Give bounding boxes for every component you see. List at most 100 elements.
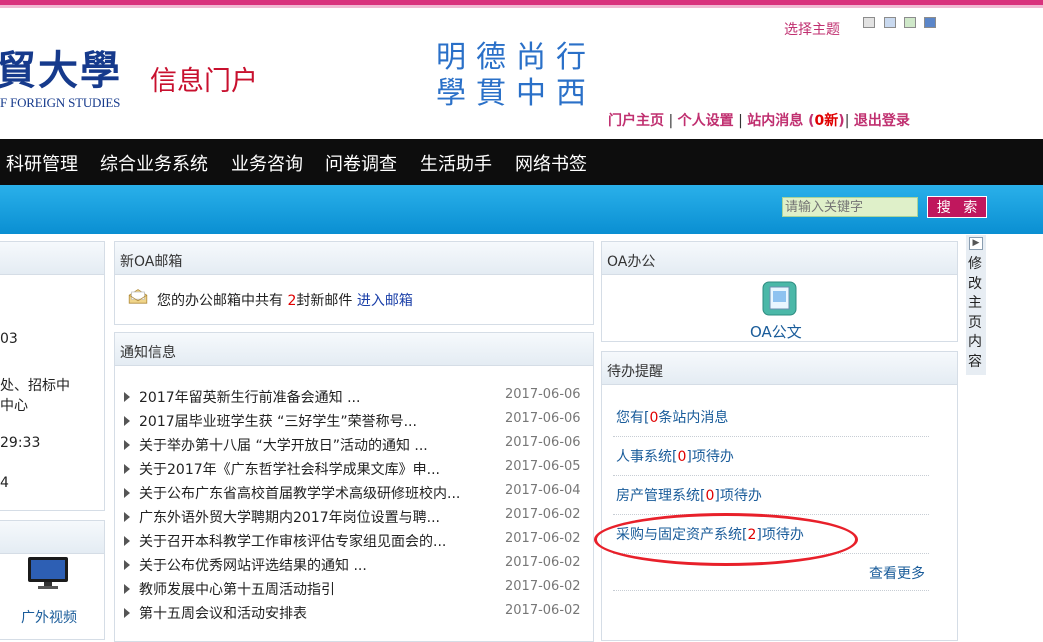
bullet-arrow-icon (124, 608, 130, 618)
envelope-icon (128, 289, 148, 304)
see-more-link[interactable]: 查看更多 (869, 563, 925, 583)
personal-settings-link[interactable]: 个人设置 (678, 113, 734, 129)
monitor-icon[interactable] (27, 556, 69, 590)
enter-mailbox-link[interactable]: 进入邮箱 (357, 293, 413, 309)
todo-item-label: 您有[ (616, 410, 650, 426)
bullet-arrow-icon (124, 488, 130, 498)
theme-swatch-gray[interactable] (863, 17, 875, 28)
left-info-panel-header (0, 242, 104, 275)
notice-date: 2017-06-02 (505, 555, 581, 570)
todo-item-hr-system[interactable]: 人事系统[0]项待办 (616, 446, 734, 466)
todo-item-housing-system[interactable]: 房产管理系统[0]项待办 (616, 485, 762, 505)
top-accent-bar (0, 0, 1043, 8)
notice-title[interactable]: 教师发展中心第十五周活动指引 (139, 579, 491, 599)
notice-title[interactable]: 关于公布优秀网站评选结果的通知 ... (139, 555, 491, 575)
notice-date: 2017-06-06 (505, 387, 581, 402)
notice-row[interactable]: 关于2017年《广东哲学社会科学成果文库》申... 2017-06-05 (124, 459, 584, 483)
university-logo: 貿大學 (0, 47, 122, 94)
site-messages-label: 站内消息 ( (747, 113, 815, 129)
nav-item-bookmarks[interactable]: 网络书签 (515, 150, 587, 176)
todo-divider (613, 475, 929, 476)
nav-item-survey[interactable]: 问卷调查 (325, 150, 397, 176)
notice-row[interactable]: 关于召开本科教学工作审核评估专家组见面会的... 2017-06-02 (124, 531, 584, 555)
notice-title[interactable]: 关于举办第十八届 “大学开放日”活动的通知 ... (139, 435, 491, 455)
todo-item-label-suffix: ]项待办 (686, 449, 734, 465)
theme-swatch-green[interactable] (904, 17, 916, 28)
notice-title[interactable]: 关于公布广东省高校首届教学学术高级研修班校内... (139, 483, 491, 503)
top-links: 门户主页 | 个人设置 | 站内消息 (0新)| 退出登录 (608, 113, 910, 129)
todo-panel-header: 待办提醒 (602, 352, 957, 385)
left-info-line: 处、招标中 (0, 378, 70, 394)
bullet-arrow-icon (124, 512, 130, 522)
home-link[interactable]: 门户主页 (608, 113, 664, 129)
notice-row[interactable]: 教师发展中心第十五周活动指引 2017-06-02 (124, 579, 584, 603)
notice-date: 2017-06-04 (505, 483, 581, 498)
bullet-arrow-icon (124, 440, 130, 450)
site-messages-link[interactable]: 站内消息 (0新) (747, 113, 844, 129)
bullet-arrow-icon (124, 584, 130, 594)
edit-homepage-label: 修改主页内容 (968, 256, 982, 370)
university-logo-subtitle: F FOREIGN STUDIES (0, 95, 121, 110)
notice-date: 2017-06-06 (505, 435, 581, 450)
notice-row[interactable]: 第十五周会议和活动安排表 2017-06-02 (124, 603, 584, 627)
notice-title[interactable]: 关于召开本科教学工作审核评估专家组见面会的... (139, 531, 491, 551)
notice-title[interactable]: 广东外语外贸大学聘期内2017年岗位设置与聘... (139, 507, 491, 527)
mail-summary-prefix: 您的办公邮箱中共有 (157, 293, 288, 309)
todo-item-label-suffix: 条站内消息 (658, 410, 729, 426)
notice-row[interactable]: 关于公布广东省高校首届教学学术高级研修班校内... 2017-06-04 (124, 483, 584, 507)
notice-date: 2017-06-06 (505, 411, 581, 426)
edit-homepage-tab[interactable]: ▶ 修改主页内容 (966, 235, 986, 375)
left-video-panel-header (0, 521, 104, 554)
search-input[interactable] (782, 197, 918, 217)
highlight-annotation (594, 513, 858, 566)
nav-item-life-helper[interactable]: 生活助手 (420, 150, 492, 176)
left-info-line: 29:33 (0, 435, 41, 451)
notice-title[interactable]: 关于2017年《广东哲学社会科学成果文库》申... (139, 459, 491, 479)
todo-item-messages[interactable]: 您有[0条站内消息 (616, 407, 728, 427)
notice-date: 2017-06-05 (505, 459, 581, 474)
logout-link[interactable]: 退出登录 (854, 113, 910, 129)
left-info-line: 4 (0, 475, 9, 491)
left-info-line: 中心 (0, 398, 28, 414)
notice-row[interactable]: 广东外语外贸大学聘期内2017年岗位设置与聘... 2017-06-02 (124, 507, 584, 531)
video-link[interactable]: 广外视频 (21, 607, 77, 627)
nav-item-business-system[interactable]: 综合业务系统 (100, 150, 208, 176)
nav-item-research[interactable]: 科研管理 (6, 150, 78, 176)
notice-row[interactable]: 关于公布优秀网站评选结果的通知 ... 2017-06-02 (124, 555, 584, 579)
theme-swatch-darkblue[interactable] (924, 17, 936, 28)
mail-panel: 新OA邮箱 (114, 241, 594, 325)
expand-arrow-icon[interactable]: ▶ (969, 237, 983, 250)
notice-date: 2017-06-02 (505, 603, 581, 618)
notice-title[interactable]: 2017年留英新生行前准备会通知 ... (139, 387, 491, 407)
notice-title[interactable]: 2017届毕业班学生获 “三好学生”荣誉称号... (139, 411, 491, 431)
todo-divider (613, 436, 929, 437)
bullet-arrow-icon (124, 560, 130, 570)
nav-item-consulting[interactable]: 业务咨询 (231, 150, 303, 176)
theme-swatch-blue[interactable] (884, 17, 896, 28)
todo-item-label: 房产管理系统[ (616, 488, 706, 504)
todo-item-label: 人事系统[ (616, 449, 678, 465)
todo-item-label-suffix: ]项待办 (714, 488, 762, 504)
theme-selector-label[interactable]: 选择主题 (784, 19, 840, 39)
notice-date: 2017-06-02 (505, 579, 581, 594)
oa-document-link[interactable]: OA公文 (750, 321, 802, 342)
search-button[interactable]: 搜 索 (927, 196, 987, 218)
todo-divider (613, 590, 929, 591)
mail-summary-suffix: 封新邮件 (296, 293, 357, 309)
oa-document-icon[interactable] (762, 281, 797, 316)
site-messages-count: 0新 (814, 113, 839, 129)
mail-summary: 您的办公邮箱中共有 2封新邮件 进入邮箱 (157, 290, 413, 310)
oa-panel-header: OA办公 (602, 242, 957, 275)
notice-row[interactable]: 2017届毕业班学生获 “三好学生”荣誉称号... 2017-06-06 (124, 411, 584, 435)
bullet-arrow-icon (124, 536, 130, 546)
notice-date: 2017-06-02 (505, 507, 581, 522)
notice-title[interactable]: 第十五周会议和活动安排表 (139, 603, 491, 623)
notice-row[interactable]: 关于举办第十八届 “大学开放日”活动的通知 ... 2017-06-06 (124, 435, 584, 459)
mail-panel-header: 新OA邮箱 (115, 242, 593, 275)
main-nav: 科研管理 综合业务系统 业务咨询 问卷调查 生活助手 网络书签 (0, 139, 1043, 185)
notice-row[interactable]: 2017年留英新生行前准备会通知 ... 2017-06-06 (124, 387, 584, 411)
bullet-arrow-icon (124, 392, 130, 402)
bullet-arrow-icon (124, 464, 130, 474)
university-motto: 明德尚行學貫中西 (436, 40, 596, 111)
left-info-line: 03 (0, 331, 18, 347)
